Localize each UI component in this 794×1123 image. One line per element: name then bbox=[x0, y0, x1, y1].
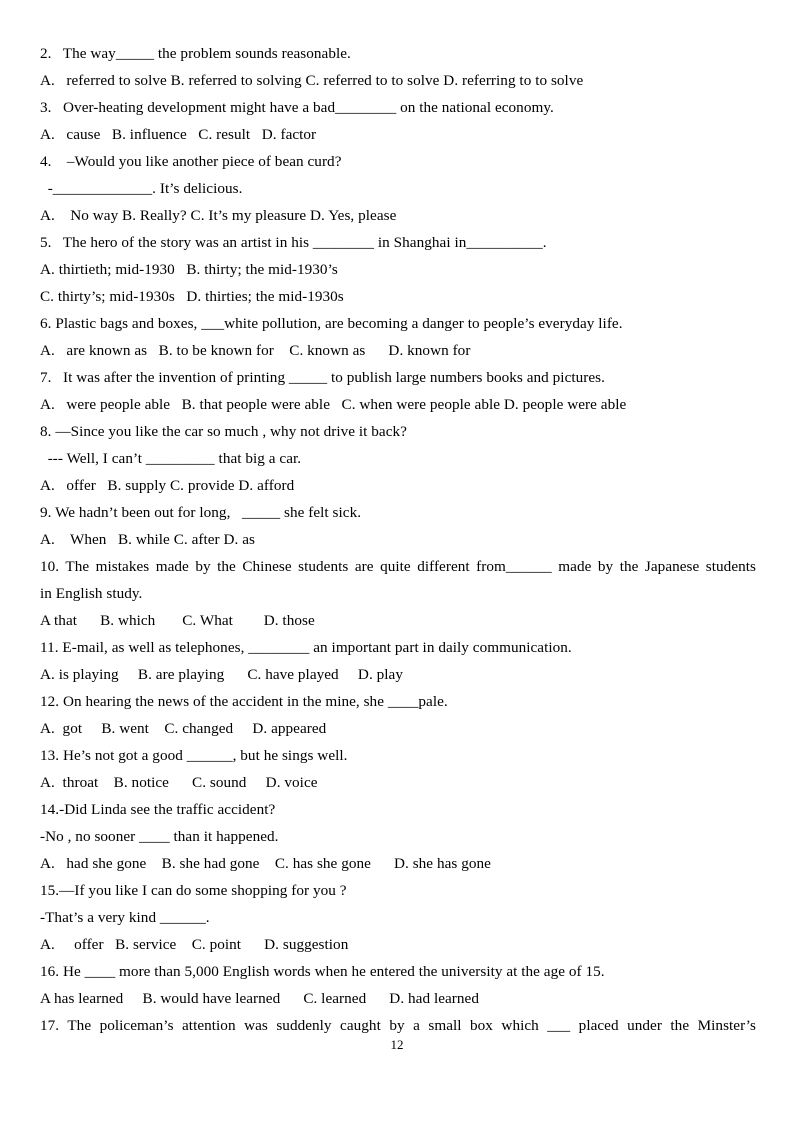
question-line: A. got B. went C. changed D. appeared bbox=[40, 720, 327, 737]
question-line: A. When B. while C. after D. as bbox=[40, 531, 255, 548]
question-line: A. offer B. supply C. provide D. afford bbox=[40, 477, 295, 494]
question-line: C. thirty’s; mid-1930s D. thirties; the … bbox=[40, 288, 344, 305]
question-line: 3. Over-heating development might have a… bbox=[40, 99, 554, 116]
question-line: A has learned B. would have learned C. l… bbox=[40, 990, 479, 1007]
question-line: -No , no sooner ____ than it happened. bbox=[40, 828, 279, 845]
question-line: 17. The policeman’s attention was sudden… bbox=[40, 1017, 756, 1034]
question-line: in English study. bbox=[40, 585, 143, 602]
question-line: 4. –Would you like another piece of bean… bbox=[40, 153, 342, 170]
question-line: 8. —Since you like the car so much , why… bbox=[40, 423, 407, 440]
question-line: 12. On hearing the news of the accident … bbox=[40, 693, 448, 710]
question-line: A. are known as B. to be known for C. kn… bbox=[40, 342, 471, 359]
question-line: A. were people able B. that people were … bbox=[40, 396, 627, 413]
question-line: A. is playing B. are playing C. have pla… bbox=[40, 666, 403, 683]
question-line: 13. He’s not got a good ______, but he s… bbox=[40, 747, 348, 764]
question-line: A. throat B. notice C. sound D. voice bbox=[40, 774, 318, 791]
question-line: -_____________. It’s delicious. bbox=[40, 180, 243, 197]
question-line: A. referred to solve B. referred to solv… bbox=[40, 72, 584, 89]
question-line: 7. It was after the invention of printin… bbox=[40, 369, 605, 386]
question-line: 2. The way_____ the problem sounds reaso… bbox=[40, 45, 351, 62]
question-line: 14.-Did Linda see the traffic accident? bbox=[40, 801, 276, 818]
question-line: 5. The hero of the story was an artist i… bbox=[40, 234, 547, 251]
question-line: 15.—If you like I can do some shopping f… bbox=[40, 882, 347, 899]
question-line: A. thirtieth; mid-1930 B. thirty; the mi… bbox=[40, 261, 338, 278]
question-line: A. cause B. influence C. result D. facto… bbox=[40, 126, 317, 143]
document-body: 2. The way_____ the problem sounds reaso… bbox=[40, 40, 756, 1039]
question-line: 11. E-mail, as well as telephones, _____… bbox=[40, 639, 572, 656]
question-line: A that B. which C. What D. those bbox=[40, 612, 315, 629]
question-line: 16. He ____ more than 5,000 English word… bbox=[40, 963, 605, 980]
question-line: 6. Plastic bags and boxes, ___white poll… bbox=[40, 315, 623, 332]
question-line: --- Well, I can’t _________ that big a c… bbox=[40, 450, 302, 467]
document-page: 2. The way_____ the problem sounds reaso… bbox=[0, 0, 794, 1123]
question-line: A. offer B. service C. point D. suggesti… bbox=[40, 936, 349, 953]
question-line: 9. We hadn’t been out for long, _____ sh… bbox=[40, 504, 362, 521]
page-number: 12 bbox=[390, 1037, 404, 1052]
question-line: -That’s a very kind ______. bbox=[40, 909, 210, 926]
question-line: 10. The mistakes made by the Chinese stu… bbox=[40, 558, 756, 575]
question-line: A. No way B. Really? C. It’s my pleasure… bbox=[40, 207, 397, 224]
question-line: A. had she gone B. she had gone C. has s… bbox=[40, 855, 491, 872]
